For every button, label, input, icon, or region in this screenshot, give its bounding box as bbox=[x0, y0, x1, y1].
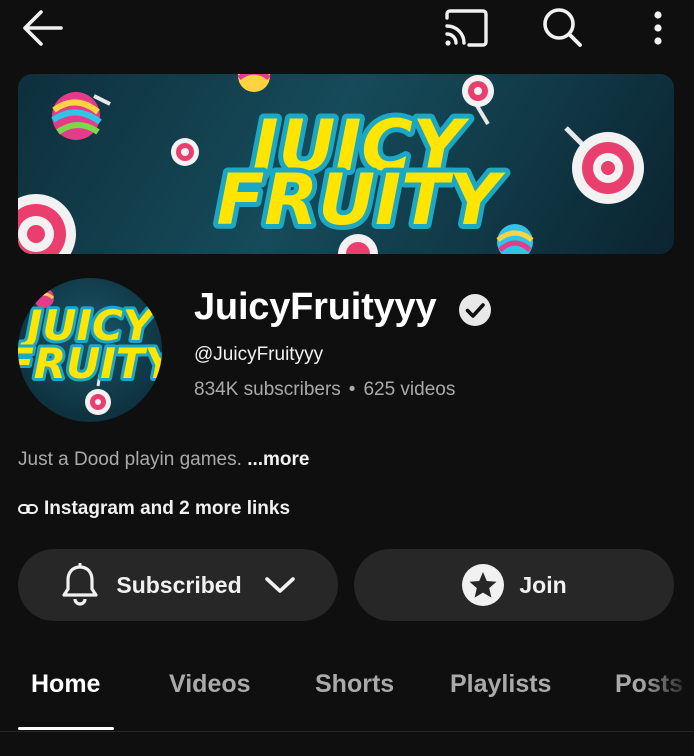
join-button[interactable]: Join bbox=[354, 549, 674, 621]
tab-home[interactable]: Home bbox=[31, 670, 100, 699]
video-count: 625 videos bbox=[363, 379, 456, 400]
star-badge-icon bbox=[461, 563, 505, 607]
join-label: Join bbox=[519, 571, 567, 598]
chevron-down-icon bbox=[264, 575, 296, 595]
tabs-scroll-fade bbox=[640, 660, 694, 720]
avatar-logo-line2: FRUITY bbox=[18, 339, 162, 388]
search-button[interactable] bbox=[538, 4, 586, 50]
more-link[interactable]: ...more bbox=[247, 449, 309, 470]
tabs-divider bbox=[0, 731, 694, 732]
link-icon bbox=[18, 504, 38, 514]
avatar-artwork: JUICY FRUITY bbox=[18, 288, 162, 415]
subscribed-label: Subscribed bbox=[116, 571, 242, 598]
tab-shorts[interactable]: Shorts bbox=[315, 670, 394, 699]
subscribed-button[interactable]: Subscribed bbox=[18, 549, 338, 621]
tab-playlists[interactable]: Playlists bbox=[450, 670, 551, 699]
channel-links[interactable]: Instagram and 2 more links bbox=[18, 498, 290, 520]
back-button[interactable] bbox=[18, 6, 66, 50]
search-icon bbox=[543, 8, 582, 47]
cast-icon bbox=[445, 9, 488, 47]
arrow-left-icon bbox=[23, 10, 63, 46]
links-label: Instagram and 2 more links bbox=[44, 498, 291, 519]
lollipop-icon bbox=[564, 126, 644, 204]
cast-button[interactable] bbox=[440, 6, 492, 50]
lollipop-icon bbox=[462, 75, 494, 126]
channel-handle: @JuicyFruityyy bbox=[194, 344, 324, 365]
more-vert-icon bbox=[654, 11, 662, 45]
channel-description[interactable]: Just a Dood playin games. ...more bbox=[18, 449, 310, 471]
top-app-bar bbox=[0, 0, 694, 60]
candy-ball-icon bbox=[237, 74, 271, 92]
stats-separator: • bbox=[348, 379, 356, 400]
candy-ball-icon bbox=[51, 92, 111, 140]
bell-icon bbox=[60, 563, 100, 607]
subscriber-count: 834K subscribers bbox=[194, 379, 341, 400]
verified-badge-icon bbox=[459, 294, 491, 326]
banner-artwork: JUICY FRUITY bbox=[18, 74, 644, 254]
candy-ball-icon bbox=[496, 224, 534, 254]
lollipop-icon bbox=[171, 138, 199, 166]
description-text: Just a Dood playin games. bbox=[18, 449, 242, 470]
lollipop-icon bbox=[18, 194, 76, 254]
channel-stats: 834K subscribers • 625 videos bbox=[194, 379, 455, 401]
banner-logo-line2: FRUITY bbox=[216, 159, 505, 241]
more-options-button[interactable] bbox=[640, 6, 676, 50]
channel-tabs: Home Videos Shorts Playlists Posts bbox=[0, 640, 694, 734]
tab-videos[interactable]: Videos bbox=[169, 670, 251, 699]
active-tab-indicator bbox=[18, 727, 114, 730]
channel-banner: JUICY FRUITY bbox=[18, 74, 674, 254]
channel-avatar[interactable]: JUICY FRUITY bbox=[18, 278, 162, 422]
channel-name: JuicyFruityyy bbox=[194, 286, 437, 328]
